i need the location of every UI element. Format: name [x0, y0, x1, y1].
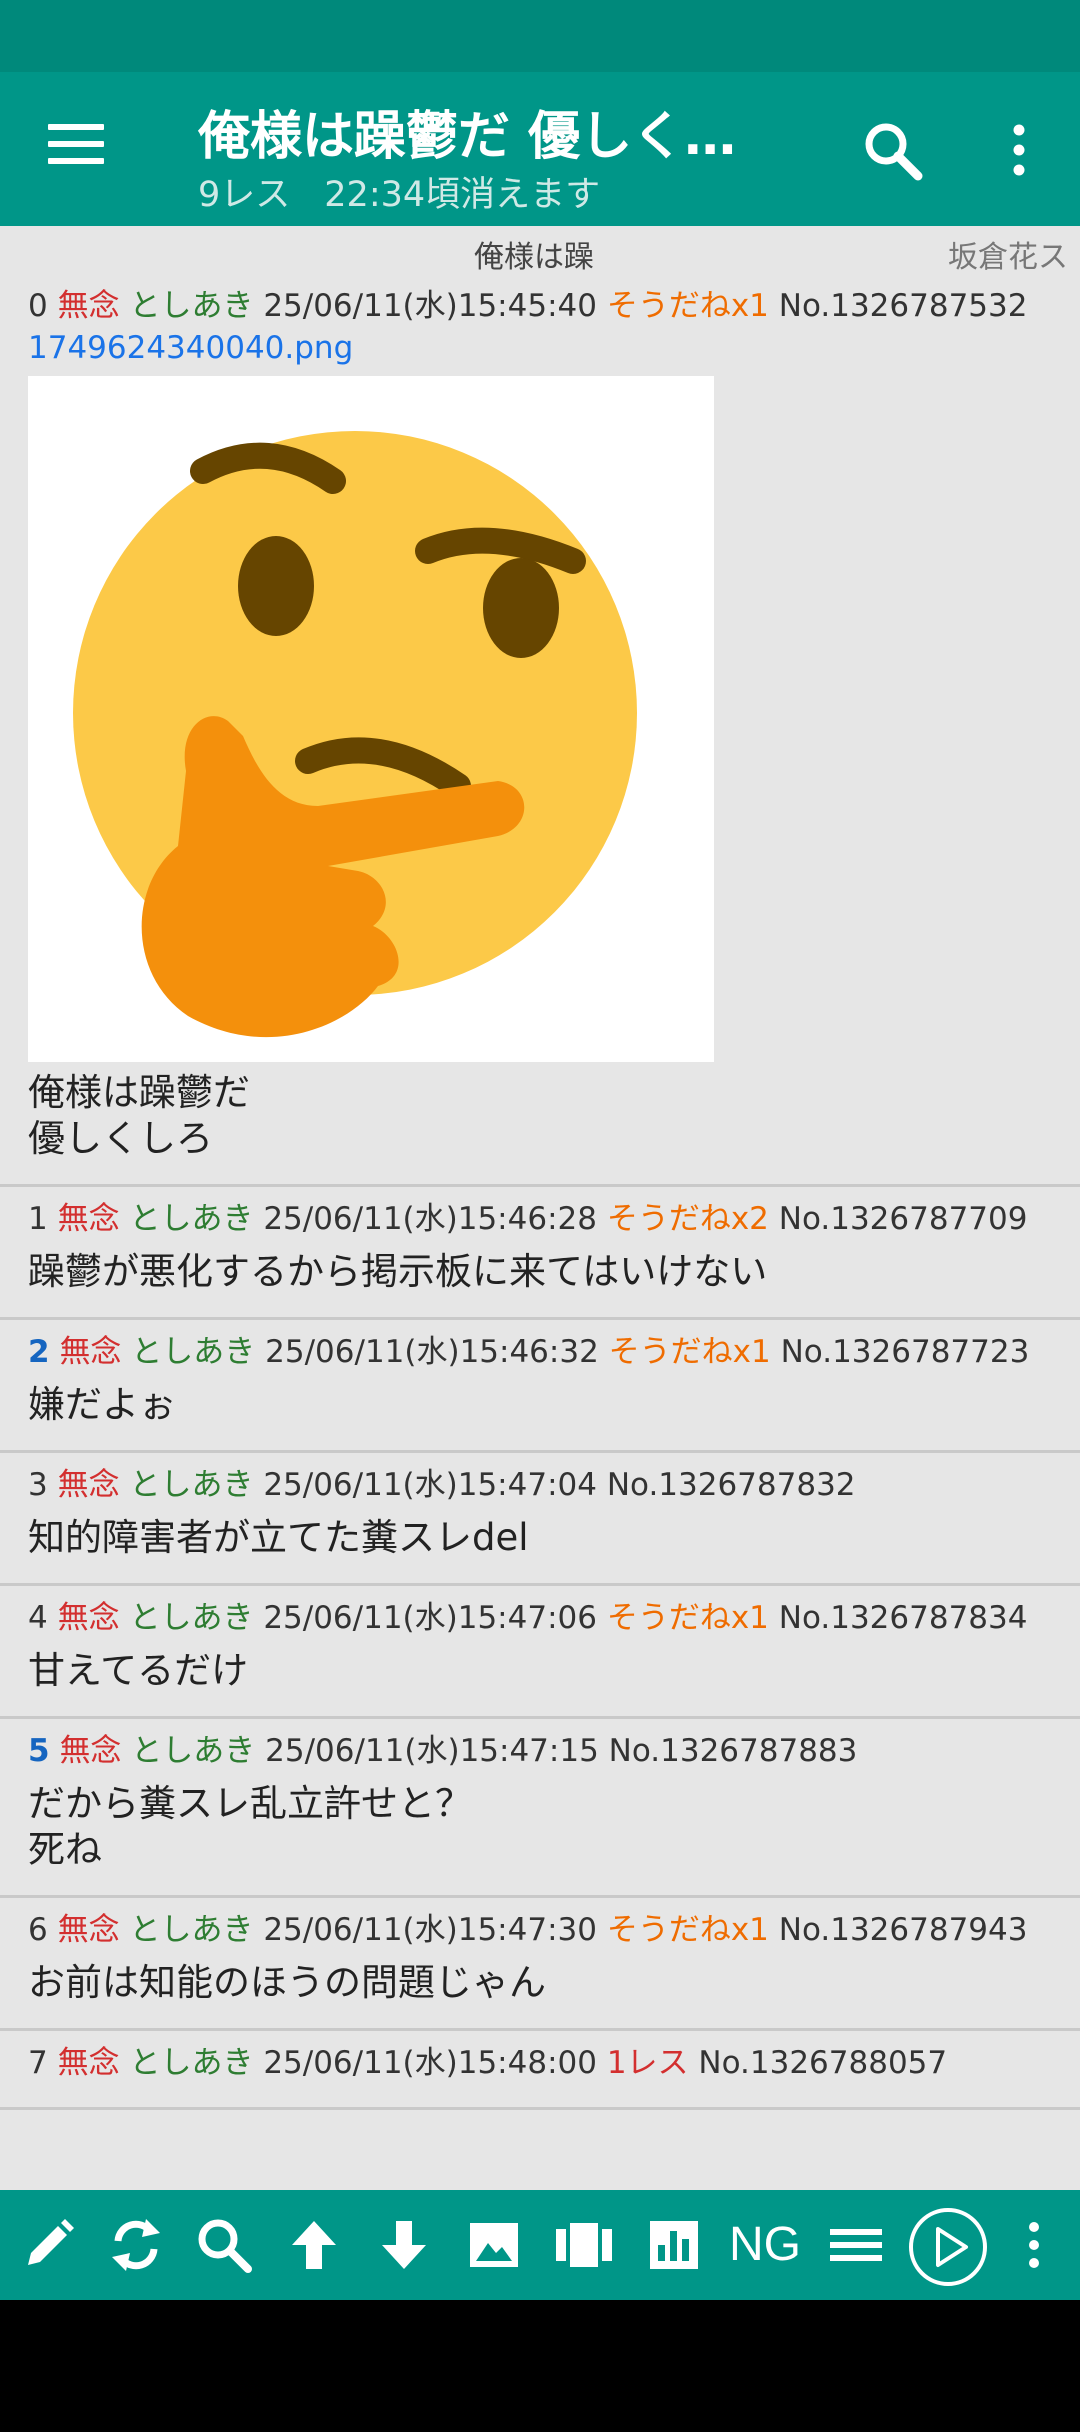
post-number: 5: [28, 1733, 50, 1769]
post-number: 7: [28, 2045, 48, 2081]
post-no[interactable]: No.1326787532: [779, 288, 1028, 324]
post[interactable]: 1 無念 としあき 25/06/11(水)15:46:28 そうだねx2 No.…: [0, 1187, 1080, 1320]
post-subject: 無念: [59, 1334, 122, 1370]
strip-right-text: 坂倉花ス: [948, 240, 1068, 275]
post-date: 25/06/11(水)15:46:28: [263, 1201, 597, 1237]
post-number: 0: [28, 288, 48, 324]
ng-button[interactable]: NG: [720, 2211, 810, 2279]
post-body: だから糞スレ乱立許せと？ 死ね: [28, 1782, 472, 1871]
image-icon[interactable]: [460, 2211, 528, 2279]
post-header: 7 無念 としあき 25/06/11(水)15:48:00 1レス No.132…: [28, 2041, 1052, 2085]
post[interactable]: 5 無念 としあき 25/06/11(水)15:47:15 No.1326787…: [0, 1719, 1080, 1898]
post-body: 知的障害者が立てた糞スレdel: [28, 1516, 529, 1559]
post-subject: 無念: [57, 2045, 120, 2081]
res-count: 9レス: [198, 175, 291, 215]
file-link[interactable]: 1749624340040.png: [28, 328, 1052, 368]
list-icon[interactable]: [822, 2211, 890, 2279]
post-date: 25/06/11(水)15:46:32: [265, 1334, 599, 1370]
post-header: 5 無念 としあき 25/06/11(水)15:47:15 No.1326787…: [28, 1729, 1052, 1773]
system-nav-bar: [0, 2300, 1080, 2432]
catalog-icon[interactable]: [550, 2211, 618, 2279]
arrow-down-icon[interactable]: [370, 2211, 438, 2279]
post-number: 2: [28, 1334, 50, 1370]
sodane-button[interactable]: そうだねx2: [607, 1201, 769, 1237]
post[interactable]: 7 無念 としあき 25/06/11(水)15:48:00 1レス No.132…: [0, 2031, 1080, 2110]
post-date: 25/06/11(水)15:47:04: [263, 1467, 597, 1503]
post-number: 3: [28, 1467, 48, 1503]
post-header: 1 無念 としあき 25/06/11(水)15:46:28 そうだねx2 No.…: [28, 1197, 1052, 1241]
more-vert-icon[interactable]: [1000, 2211, 1068, 2279]
arrow-up-icon[interactable]: [280, 2211, 348, 2279]
post[interactable]: 2 無念 としあき 25/06/11(水)15:46:32 そうだねx1 No.…: [0, 1320, 1080, 1453]
post-subject: 無念: [59, 1733, 122, 1769]
post-subject: 無念: [57, 1467, 120, 1503]
post-no[interactable]: No.1326787834: [779, 1600, 1028, 1636]
post-name: としあき: [129, 1912, 254, 1948]
post-no[interactable]: No.1326787709: [779, 1201, 1028, 1237]
post-body: お前は知能のほうの問題じゃん: [28, 1961, 546, 2004]
thread-subtitle: 9レス 22:34頃消えます: [198, 166, 600, 217]
post-no[interactable]: No.1326787723: [781, 1334, 1030, 1370]
post[interactable]: 3 無念 としあき 25/06/11(水)15:47:04 No.1326787…: [0, 1453, 1080, 1586]
sodane-button[interactable]: そうだねx1: [607, 1600, 769, 1636]
post-no[interactable]: No.1326787883: [609, 1733, 858, 1769]
pencil-icon[interactable]: [14, 2211, 82, 2279]
post-name: としあき: [129, 1201, 254, 1237]
reply-count[interactable]: 1レス: [607, 2045, 689, 2081]
post-body: 躁鬱が悪化するから掲示板に来てはいけない: [28, 1250, 768, 1293]
post-subject: 無念: [57, 1201, 120, 1237]
post-date: 25/06/11(水)15:47:15: [265, 1733, 599, 1769]
post-date: 25/06/11(水)15:45:40: [263, 288, 597, 324]
thread-view[interactable]: 俺様は躁 坂倉花ス 0 無念 としあき 25/06/11(水)15:45:40 …: [0, 226, 1080, 2190]
post-no[interactable]: No.1326787943: [779, 1912, 1028, 1948]
post[interactable]: 6 無念 としあき 25/06/11(水)15:47:30 そうだねx1 No.…: [0, 1898, 1080, 2031]
post-number: 1: [28, 1201, 48, 1237]
post-body: 甘えてるだけ: [28, 1649, 249, 1692]
post-name: としあき: [129, 1600, 254, 1636]
post-header: 3 無念 としあき 25/06/11(水)15:47:04 No.1326787…: [28, 1463, 1052, 1507]
refresh-icon[interactable]: [102, 2211, 170, 2279]
chart-icon[interactable]: [640, 2211, 708, 2279]
app-bar: 俺様は躁鬱だ 優しく… 9レス 22:34頃消えます: [0, 72, 1080, 226]
post-body: 嫌だよぉ: [28, 1383, 176, 1426]
post-no[interactable]: No.1326787832: [607, 1467, 856, 1503]
post-subject: 無念: [57, 1912, 120, 1948]
strip-center-text: 俺様は躁: [474, 240, 594, 275]
sodane-button[interactable]: そうだねx1: [609, 1334, 771, 1370]
post-header: 0 無念 としあき 25/06/11(水)15:45:40 そうだねx1 No.…: [28, 284, 1052, 328]
post-no[interactable]: No.1326788057: [698, 2045, 947, 2081]
sodane-button[interactable]: そうだねx1: [607, 288, 769, 324]
post-subject: 無念: [57, 288, 120, 324]
post-body: 俺様は躁鬱だ 優しくしろ: [28, 1071, 250, 1160]
menu-icon[interactable]: [48, 124, 104, 172]
post-date: 25/06/11(水)15:48:00: [263, 2045, 597, 2081]
more-vert-icon[interactable]: [1004, 120, 1034, 180]
post-date: 25/06/11(水)15:47:30: [263, 1912, 597, 1948]
post-number: 4: [28, 1600, 48, 1636]
post-name: としあき: [131, 1733, 256, 1769]
post-subject: 無念: [57, 1600, 120, 1636]
thread-title: 俺様は躁鬱だ 優しく…: [198, 107, 737, 167]
post[interactable]: 0 無念 としあき 25/06/11(水)15:45:40 そうだねx1 No.…: [0, 282, 1080, 1187]
status-bar: [0, 0, 1080, 72]
search-icon[interactable]: [190, 2211, 258, 2279]
post-header: 6 無念 としあき 25/06/11(水)15:47:30 そうだねx1 No.…: [28, 1908, 1052, 1952]
post-date: 25/06/11(水)15:47:06: [263, 1600, 597, 1636]
bottom-toolbar: NG: [0, 2190, 1080, 2300]
post-name: としあき: [131, 1334, 256, 1370]
post-name: としあき: [129, 2045, 254, 2081]
post-number: 6: [28, 1912, 48, 1948]
marquee-strip: 俺様は躁 坂倉花ス: [0, 226, 1080, 282]
post[interactable]: 4 無念 としあき 25/06/11(水)15:47:06 そうだねx1 No.…: [0, 1586, 1080, 1719]
post-header: 2 無念 としあき 25/06/11(水)15:46:32 そうだねx1 No.…: [28, 1330, 1052, 1374]
post-name: としあき: [129, 288, 254, 324]
sodane-button[interactable]: そうだねx1: [607, 1912, 769, 1948]
thinking-face-image[interactable]: [28, 376, 714, 1062]
expire-time: 22:34頃消えます: [324, 175, 601, 215]
post-header: 4 無念 としあき 25/06/11(水)15:47:06 そうだねx1 No.…: [28, 1596, 1052, 1640]
post-name: としあき: [129, 1467, 254, 1503]
search-icon[interactable]: [860, 118, 924, 182]
play-icon[interactable]: [908, 2207, 988, 2287]
